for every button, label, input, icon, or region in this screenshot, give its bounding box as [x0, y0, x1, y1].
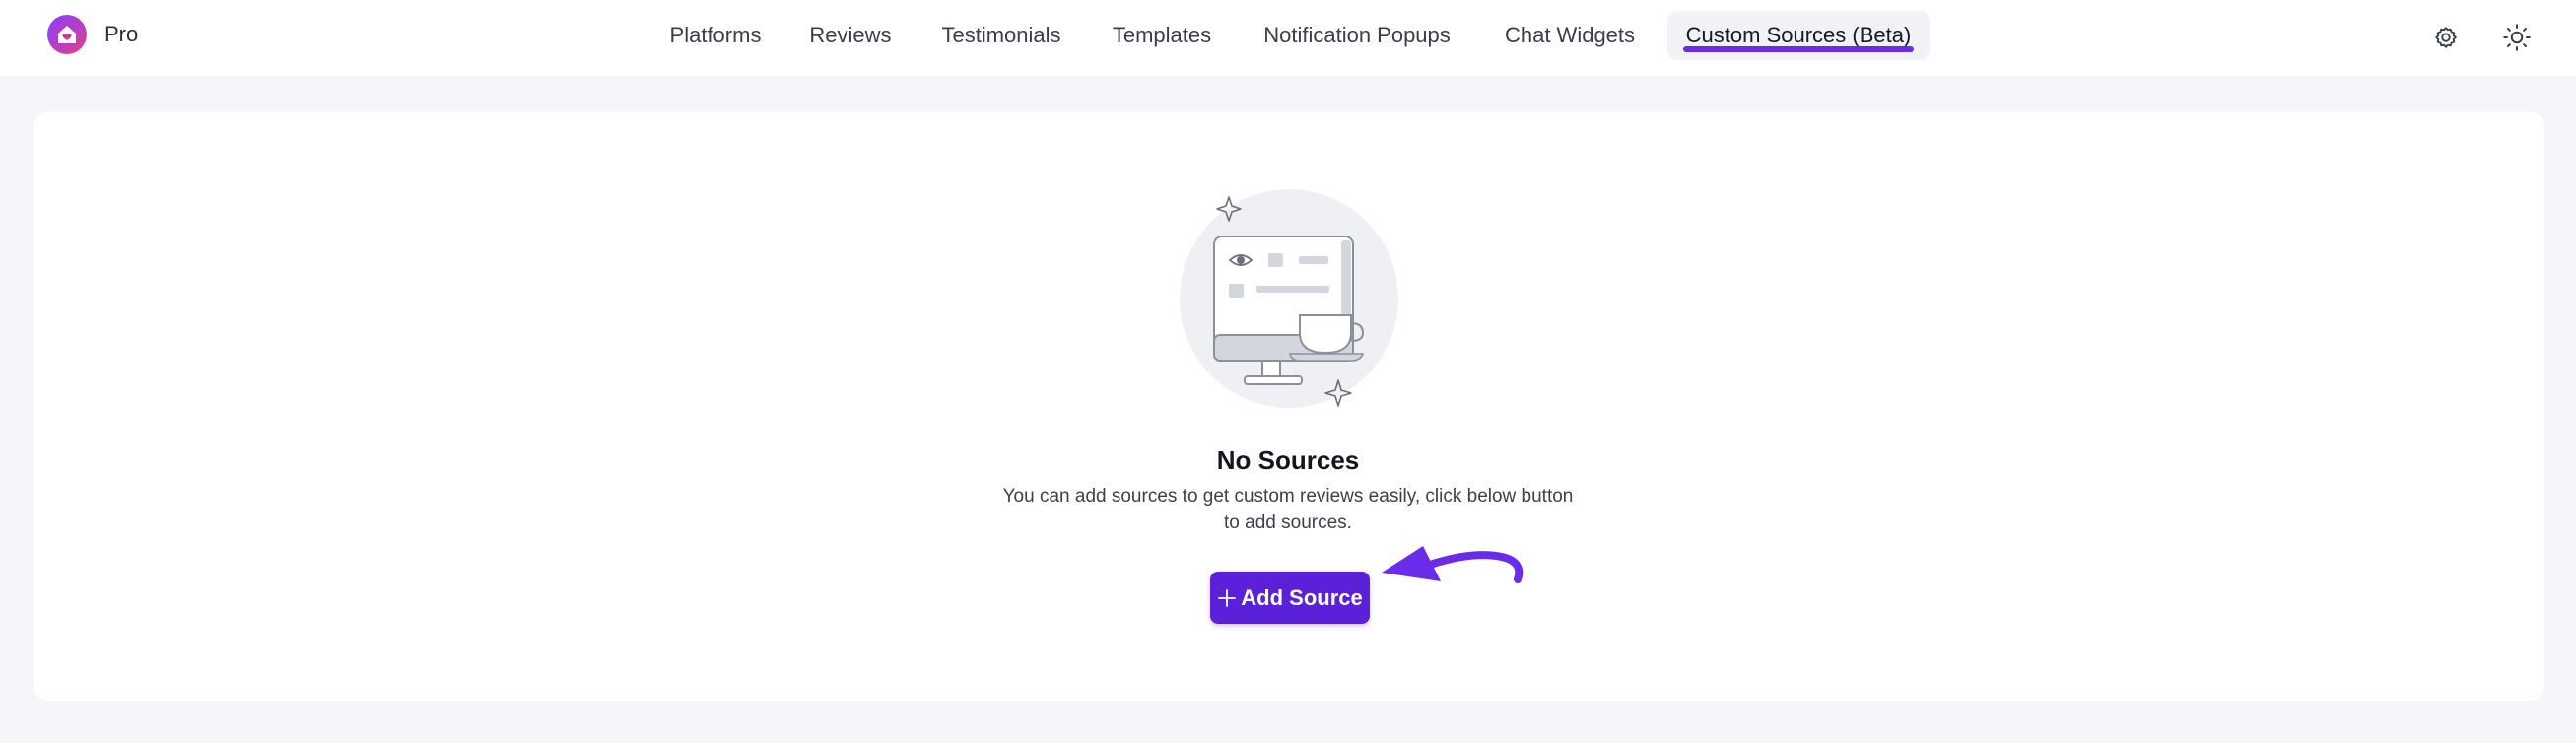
nav-item-label: Platforms [669, 23, 762, 47]
nav-item-notification-popups[interactable]: Notification Popups [1248, 11, 1466, 60]
nav-item-label: Chat Widgets [1504, 23, 1636, 47]
top-navigation-bar: Pro Platforms Reviews Testimonials Templ… [0, 0, 2576, 76]
add-source-button[interactable]: Add Source [1210, 572, 1370, 624]
nav-item-label: Testimonials [941, 23, 1061, 47]
nav-item-label: Custom Sources (Beta) [1685, 23, 1912, 47]
nav-item-label: Reviews [809, 23, 892, 47]
settings-button[interactable] [2426, 18, 2466, 57]
plus-icon [1218, 588, 1237, 607]
pointing-arrow-icon [1382, 546, 1524, 583]
nav-item-label: Templates [1112, 23, 1212, 47]
add-source-button-label: Add Source [1241, 584, 1363, 610]
nav-item-custom-sources[interactable]: Custom Sources (Beta) [1667, 11, 1930, 60]
nav-item-testimonials[interactable]: Testimonials [926, 11, 1076, 60]
nav-item-templates[interactable]: Templates [1098, 11, 1226, 60]
empty-state-description: You can add sources to get custom review… [985, 483, 1591, 536]
nav-item-label: Notification Popups [1263, 23, 1451, 47]
main-navigation: Platforms Reviews Testimonials Templates… [0, 0, 2576, 76]
theme-toggle-button[interactable] [2497, 18, 2537, 57]
nav-item-platforms[interactable]: Platforms [654, 11, 777, 60]
monitor-with-coffee-cup-illustration [1180, 189, 1398, 408]
empty-state-title: No Sources [1216, 445, 1360, 475]
nav-item-reviews[interactable]: Reviews [796, 11, 905, 60]
empty-state-description-line: to add sources. [1224, 512, 1352, 533]
sun-icon [2503, 24, 2531, 51]
empty-state-description-line: You can add sources to get custom review… [1002, 486, 1574, 507]
gear-icon [2435, 27, 2457, 48]
active-tab-indicator [1683, 46, 1914, 52]
nav-item-chat-widgets[interactable]: Chat Widgets [1488, 11, 1652, 60]
